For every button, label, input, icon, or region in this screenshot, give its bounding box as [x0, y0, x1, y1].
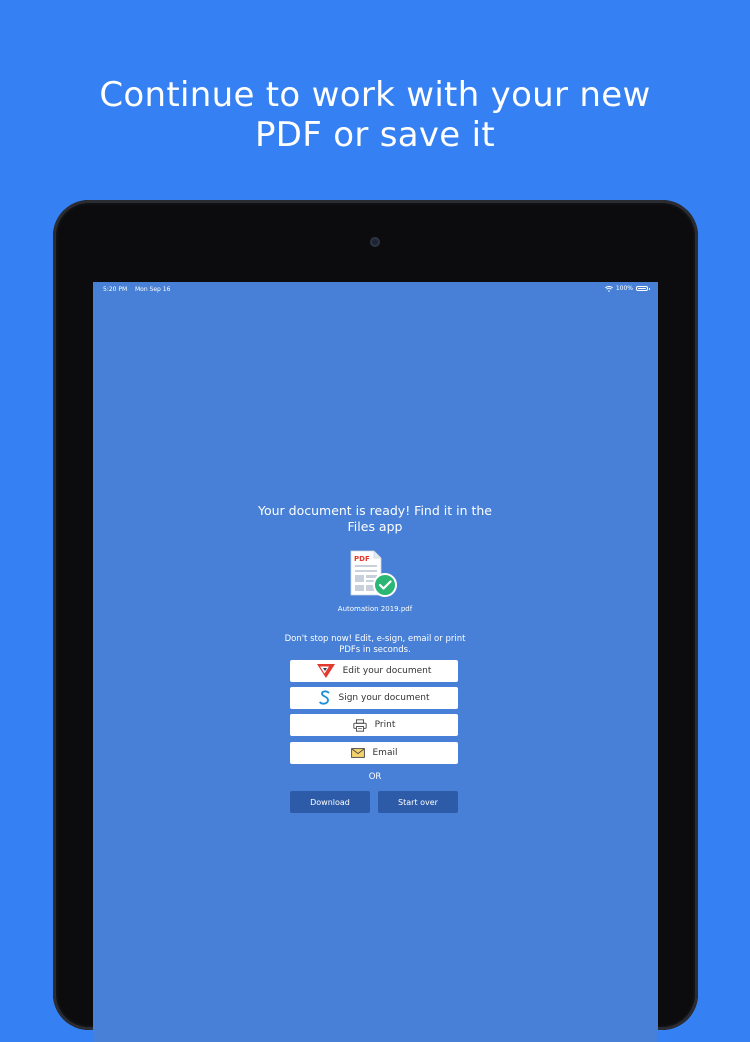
email-label: Email [372, 748, 398, 758]
edit-app-logo-icon [316, 664, 335, 678]
promo-text: Don't stop now! Edit, e-sign, email or p… [284, 634, 466, 655]
edit-document-button[interactable]: Edit your document [290, 660, 458, 682]
or-divider: OR [368, 772, 382, 782]
printer-icon [352, 718, 367, 732]
edit-document-label: Edit your document [342, 666, 432, 676]
signature-icon [318, 690, 329, 705]
headline: Continue to work with your new PDF or sa… [0, 75, 750, 155]
document-ready-panel: Your document is ready! Find it in the F… [93, 282, 658, 1042]
pdf-label: PDF [354, 555, 370, 563]
headline-line-2: PDF or save it [254, 114, 495, 155]
headline-line-1: Continue to work with your new [99, 74, 651, 115]
download-button[interactable]: Download [290, 791, 370, 813]
sign-document-label: Sign your document [338, 693, 430, 703]
front-camera [370, 237, 380, 247]
pdf-file-icon: PDF [350, 550, 397, 597]
ipad-device-frame: 5:20 PM Mon Sep 16 100% Your document is… [53, 200, 698, 1042]
ipad-screen: 5:20 PM Mon Sep 16 100% Your document is… [93, 282, 658, 1042]
ready-message: Your document is ready! Find it in the F… [257, 503, 492, 534]
print-button[interactable]: Print [290, 714, 458, 736]
envelope-icon [350, 748, 365, 758]
sign-document-button[interactable]: Sign your document [290, 687, 458, 709]
email-button[interactable]: Email [290, 742, 458, 764]
print-label: Print [374, 720, 396, 730]
start-over-button[interactable]: Start over [378, 791, 458, 813]
file-name: Automation 2019.pdf [337, 605, 413, 613]
